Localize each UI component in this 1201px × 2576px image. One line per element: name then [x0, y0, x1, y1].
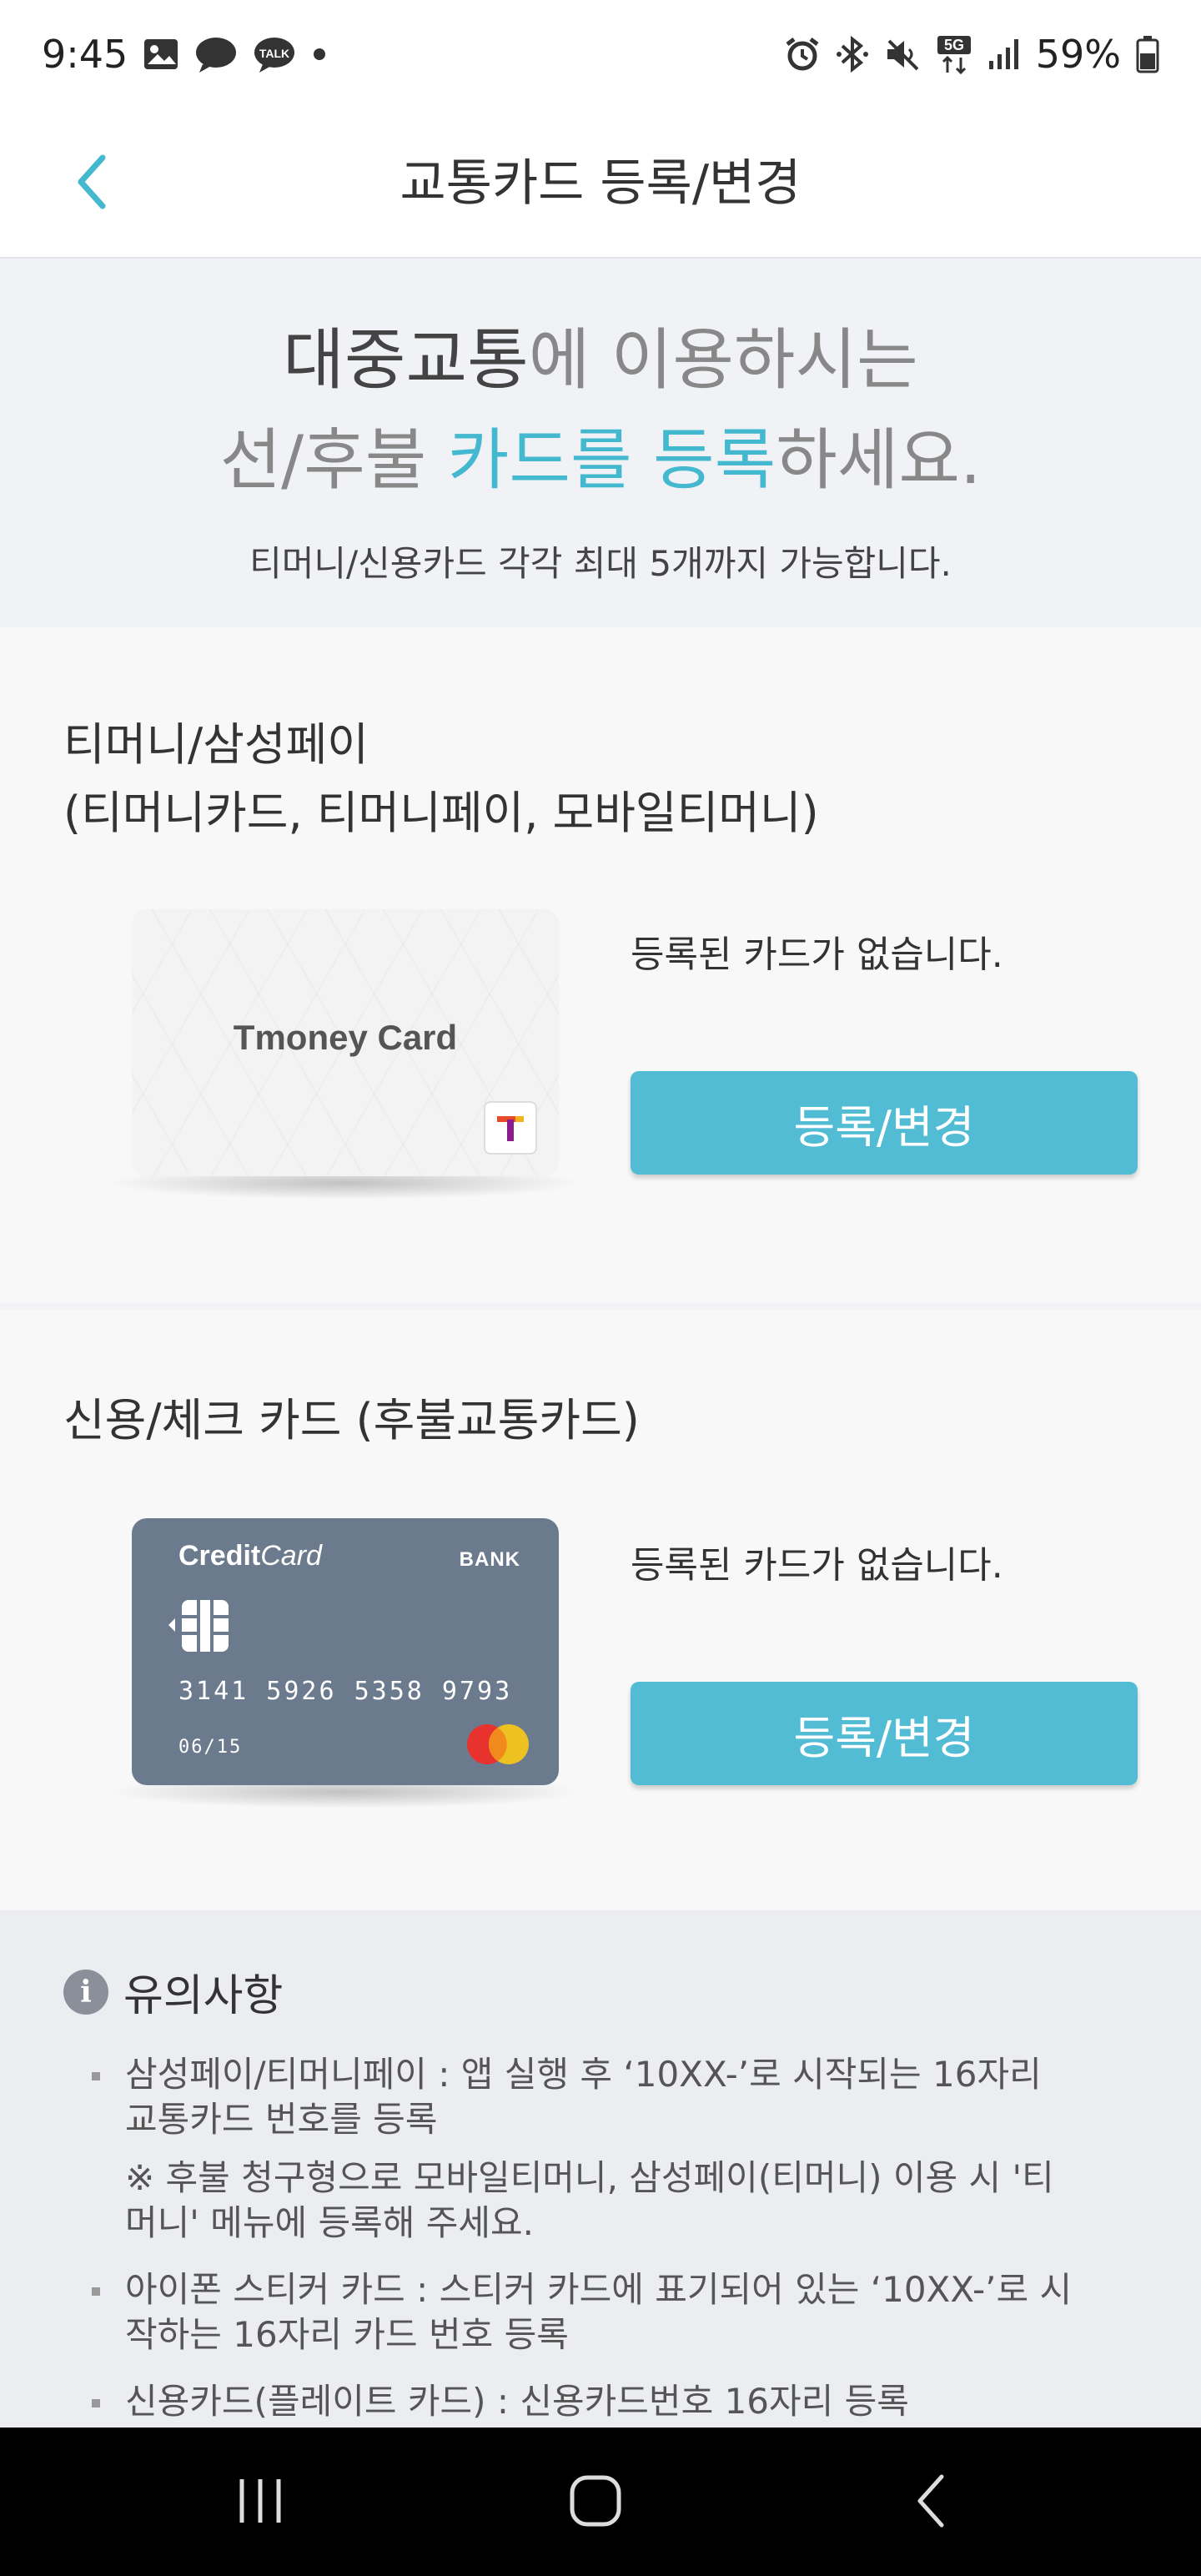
tmoney-card-image: Tmoney Card — [107, 909, 584, 1200]
intro-subtext: 티머니/신용카드 각각 최대 5개까지 가능합니다. — [249, 543, 952, 584]
tmoney-title-line-2: (티머니카드, 티머니페이, 모바일티머니) — [63, 787, 819, 839]
app-bar: 교통카드 등록/변경 — [0, 108, 1201, 259]
notice-header: i 유의사항 — [63, 1960, 283, 2023]
credit-card: CreditCard BANK 3141 5926 5358 9793 06/1… — [132, 1518, 559, 1785]
credit-status-text: 등록된 카드가 없습니다. — [631, 1544, 1003, 1587]
credit-card-brand: CreditCard — [178, 1540, 322, 1572]
status-bar: 9:45 TALK 5G 59% — [0, 0, 1201, 108]
intro-line-2-a: 선/후불 — [219, 421, 448, 499]
intro-line-2: 선/후불 카드를 등록하세요. — [0, 410, 1201, 511]
intro-line-2-b: 하세요. — [776, 421, 982, 499]
intro-line-1-rest: 에 이용하시는 — [528, 321, 918, 399]
chip-icon — [162, 1593, 237, 1660]
credit-card-brand-bold: Credit — [178, 1540, 261, 1572]
notice-item: 신용카드(플레이트 카드) : 신용카드번호 16자리 등록 — [92, 2379, 1076, 2424]
recent-apps-button[interactable] — [210, 2453, 310, 2553]
notice-item-text: 신용카드(플레이트 카드) : 신용카드번호 16자리 등록 — [125, 2381, 909, 2422]
credit-card-bank: BANK — [459, 1548, 520, 1571]
5g-icon: 5G — [936, 34, 972, 74]
kakaotalk-label: TALK — [259, 47, 289, 60]
intro-highlight-dark: 대중교통 — [283, 321, 529, 399]
mute-icon — [884, 36, 921, 73]
notice-list: 삼성페이/티머니페이 : 앱 실행 후 ‘10XX-’로 시작되는 16자리 교… — [92, 2052, 1076, 2446]
nav-back-button[interactable] — [881, 2453, 981, 2553]
credit-card-image: CreditCard BANK 3141 5926 5358 9793 06/1… — [107, 1518, 584, 1809]
notice-item: 삼성페이/티머니페이 : 앱 실행 후 ‘10XX-’로 시작되는 16자리 교… — [92, 2052, 1076, 2246]
credit-section: 신용/체크 카드 (후불교통카드) CreditCard BANK 3141 5… — [0, 1310, 1201, 1910]
intro-highlight-teal: 카드를 등록 — [447, 421, 776, 499]
tmoney-logo-icon — [484, 1101, 537, 1155]
home-icon — [567, 2473, 624, 2533]
tmoney-card-name: Tmoney Card — [233, 1018, 458, 1057]
tmoney-section-title: 티머니/삼성페이 (티머니카드, 티머니페이, 모바일티머니) — [63, 711, 819, 848]
tmoney-card: Tmoney Card — [132, 909, 559, 1176]
mastercard-logo-icon — [462, 1720, 534, 1768]
intro-banner: 대중교통에 이용하시는 선/후불 카드를 등록하세요. 티머니/신용카드 각각 … — [0, 260, 1201, 627]
notice-item-subtext: ※ 후불 청구형으로 모바일티머니, 삼성페이(티머니) 이용 시 '티머니' … — [125, 2157, 1054, 2243]
battery-icon — [1136, 35, 1159, 73]
back-icon — [910, 2472, 952, 2533]
tmoney-title-line-1: 티머니/삼성페이 — [63, 718, 369, 771]
signal-icon — [987, 38, 1021, 71]
chat-bubble-icon — [194, 36, 238, 73]
credit-card-expiry: 06/15 — [178, 1737, 243, 1758]
alarm-icon — [784, 36, 821, 73]
network-label: 5G — [944, 37, 964, 53]
recent-apps-icon — [234, 2476, 287, 2529]
credit-register-button[interactable]: 등록/변경 — [631, 1682, 1138, 1785]
notice-item-text: 아이폰 스티커 카드 : 스티커 카드에 표기되어 있는 ‘10XX-’로 시작… — [125, 2269, 1073, 2355]
tmoney-section: 티머니/삼성페이 (티머니카드, 티머니페이, 모바일티머니) Tmoney C… — [0, 627, 1201, 1303]
battery-percent: 59% — [1035, 32, 1121, 77]
credit-section-title: 신용/체크 카드 (후불교통카드) — [63, 1394, 640, 1446]
notice-item: 아이폰 스티커 카드 : 스티커 카드에 표기되어 있는 ‘10XX-’로 시작… — [92, 2267, 1076, 2357]
notice-title: 유의사항 — [123, 1971, 284, 2021]
credit-card-number: 3141 5926 5358 9793 — [178, 1677, 513, 1706]
gallery-icon — [143, 38, 179, 71]
bluetooth-icon — [836, 36, 869, 73]
intro-line-1: 대중교통에 이용하시는 — [0, 310, 1201, 410]
tmoney-status-text: 등록된 카드가 없습니다. — [631, 933, 1003, 976]
credit-card-brand-italic: Card — [260, 1540, 322, 1572]
page-title: 교통카드 등록/변경 — [399, 154, 802, 213]
home-button[interactable] — [545, 2453, 646, 2553]
notification-dot-icon — [311, 46, 328, 63]
status-time: 9:45 — [42, 32, 128, 77]
kakaotalk-icon: TALK — [253, 36, 296, 73]
notice-item-text: 삼성페이/티머니페이 : 앱 실행 후 ‘10XX-’로 시작되는 16자리 교… — [125, 2054, 1042, 2140]
system-nav-bar — [0, 2428, 1201, 2576]
tmoney-register-button[interactable]: 등록/변경 — [631, 1071, 1138, 1175]
notice-section: i 유의사항 삼성페이/티머니페이 : 앱 실행 후 ‘10XX-’로 시작되는… — [0, 1910, 1201, 2428]
info-icon: i — [63, 1969, 108, 2015]
